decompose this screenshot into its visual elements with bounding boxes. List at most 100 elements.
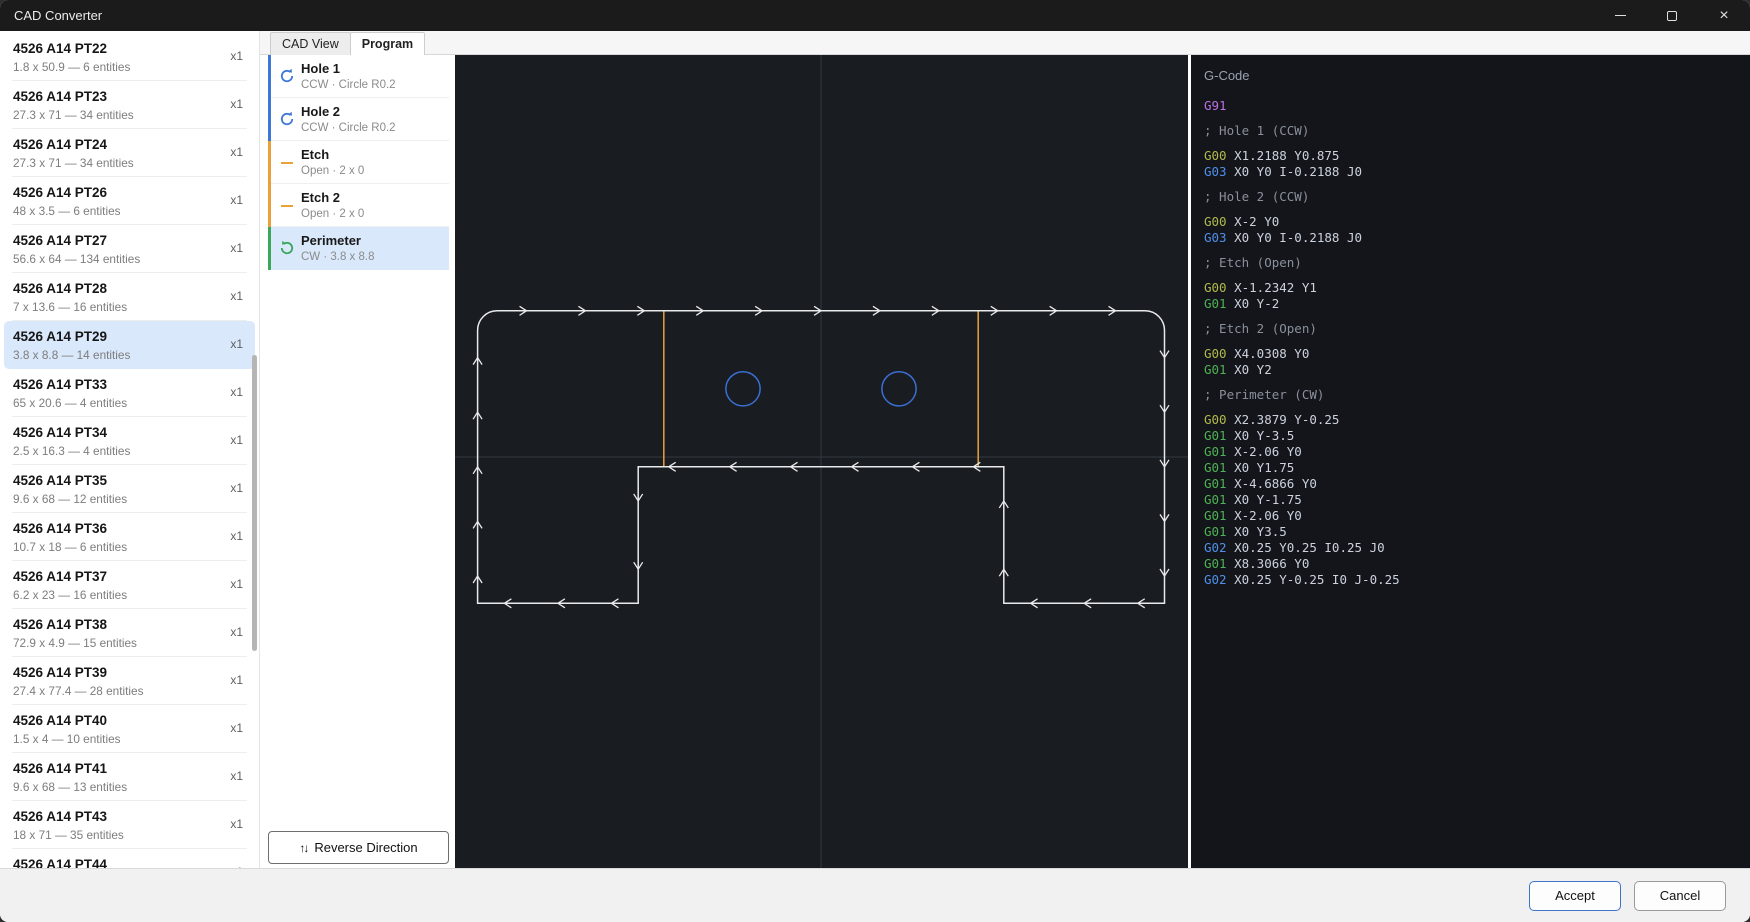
part-list-item[interactable]: 4526 A14 PT221.8 x 50.9 — 6 entitiesx1 bbox=[4, 33, 255, 81]
part-list-item[interactable]: 4526 A14 PT342.5 x 16.3 — 4 entitiesx1 bbox=[4, 417, 255, 465]
part-detail: 3.8 x 8.8 — 14 entities bbox=[13, 348, 243, 362]
gcode-command: G01 bbox=[1204, 508, 1227, 523]
part-list-item[interactable]: 4526 A14 PT3610.7 x 18 — 6 entitiesx1 bbox=[4, 513, 255, 561]
gcode-line: G01 X0 Y-1.75 bbox=[1204, 492, 1750, 508]
operation-subtitle: CCW · Circle R0.2 bbox=[301, 79, 445, 91]
part-list-item[interactable]: 4526 A14 PT376.2 x 23 — 16 entitiesx1 bbox=[4, 561, 255, 609]
gcode-args: X0 Y-1.75 bbox=[1227, 492, 1302, 507]
part-quantity: x1 bbox=[230, 385, 243, 399]
reverse-direction-icon: ↑↓ bbox=[299, 841, 307, 855]
accept-button[interactable]: Accept bbox=[1529, 881, 1621, 911]
gcode-args: X0.25 Y0.25 I0.25 J0 bbox=[1227, 540, 1385, 555]
cad-canvas[interactable] bbox=[455, 55, 1188, 868]
part-detail: 72.9 x 4.9 — 15 entities bbox=[13, 636, 243, 650]
gcode-command: G01 bbox=[1204, 428, 1227, 443]
gcode-command: G01 bbox=[1204, 460, 1227, 475]
part-quantity: x1 bbox=[230, 337, 243, 351]
hole-circle bbox=[726, 372, 760, 406]
part-list-item[interactable]: 4526 A14 PT359.6 x 68 — 12 entitiesx1 bbox=[4, 465, 255, 513]
part-list-item[interactable]: 4526 A14 PT2756.6 x 64 — 134 entitiesx1 bbox=[4, 225, 255, 273]
tab-program[interactable]: Program bbox=[350, 32, 425, 55]
gcode-line: G01 X0 Y2 bbox=[1204, 362, 1750, 378]
gcode-line: G01 X-2.06 Y0 bbox=[1204, 508, 1750, 524]
maximize-button[interactable] bbox=[1646, 0, 1698, 31]
part-list-item[interactable]: 4526 A14 PT2327.3 x 71 — 34 entitiesx1 bbox=[4, 81, 255, 129]
cancel-button[interactable]: Cancel bbox=[1634, 881, 1726, 911]
window-title: CAD Converter bbox=[0, 0, 1594, 31]
gcode-command: G03 bbox=[1204, 164, 1227, 179]
operation-item-hole-1[interactable]: Hole 1 CCW · Circle R0.2 bbox=[268, 55, 449, 98]
parts-sidebar: 4526 A14 PT221.8 x 50.9 — 6 entitiesx145… bbox=[0, 31, 260, 868]
part-name: 4526 A14 PT26 bbox=[13, 185, 243, 200]
gcode-comment-line: ; Etch (Open) bbox=[1204, 255, 1750, 271]
gcode-command: G01 bbox=[1204, 476, 1227, 491]
tab-cad-view[interactable]: CAD View bbox=[270, 32, 351, 55]
operation-subtitle: Open · 2 x 0 bbox=[301, 165, 445, 177]
gcode-args: X0 Y0 I-0.2188 J0 bbox=[1227, 230, 1362, 245]
gcode-line: G00 X1.2188 Y0.875 bbox=[1204, 148, 1750, 164]
part-detail: 48 x 3.5 — 6 entities bbox=[13, 204, 243, 218]
gcode-comment-line: ; Hole 1 (CCW) bbox=[1204, 123, 1750, 139]
gcode-command: G01 bbox=[1204, 524, 1227, 539]
gcode-args: X4.0308 Y0 bbox=[1227, 346, 1310, 361]
hole-circle bbox=[882, 372, 916, 406]
operation-title: Hole 2 bbox=[301, 104, 445, 119]
gcode-blank-line bbox=[1204, 378, 1750, 387]
content-area: 4526 A14 PT221.8 x 50.9 — 6 entitiesx145… bbox=[0, 31, 1750, 868]
gcode-command: G03 bbox=[1204, 230, 1227, 245]
main-row: Hole 1 CCW · Circle R0.2 Hole 2CCW · Circl… bbox=[260, 55, 1750, 868]
gcode-args: X0.25 Y-0.25 I0 J-0.25 bbox=[1227, 572, 1400, 587]
operation-title: Hole 1 bbox=[301, 61, 445, 76]
close-button[interactable]: × bbox=[1698, 0, 1750, 31]
gcode-line: G01 X0 Y-2 bbox=[1204, 296, 1750, 312]
part-name: 4526 A14 PT29 bbox=[13, 329, 243, 344]
close-icon: × bbox=[1719, 8, 1728, 24]
part-list-item[interactable]: 4526 A14 PT401.5 x 4 — 10 entitiesx1 bbox=[4, 705, 255, 753]
reverse-direction-button[interactable]: ↑↓ Reverse Direction bbox=[268, 831, 449, 864]
part-list-item[interactable]: 4526 A14 PT287 x 13.6 — 16 entitiesx1 bbox=[4, 273, 255, 321]
gcode-args: X-1.2342 Y1 bbox=[1227, 280, 1317, 295]
gcode-line: G01 X8.3066 Y0 bbox=[1204, 556, 1750, 572]
part-list-item[interactable]: 4526 A14 PT26 48 x 3.5 — 6 entitiesx1 bbox=[4, 177, 255, 225]
operation-item-etch[interactable]: EtchOpen · 2 x 0 bbox=[268, 141, 449, 184]
part-name: 4526 A14 PT22 bbox=[13, 41, 243, 56]
part-quantity: x1 bbox=[230, 193, 243, 207]
sidebar-scrollbar[interactable] bbox=[252, 355, 257, 651]
gcode-blank-line bbox=[1204, 205, 1750, 214]
part-list-item[interactable]: 4526 A14 PT4318 x 71 — 35 entitiesx1 bbox=[4, 801, 255, 849]
gcode-command: G00 bbox=[1204, 214, 1227, 229]
part-list-item[interactable]: 4526 A14 PT44x1 bbox=[4, 849, 255, 868]
operation-title: Etch 2 bbox=[301, 190, 445, 205]
gcode-command: G01 bbox=[1204, 444, 1227, 459]
part-list-item[interactable]: 4526 A14 PT3872.9 x 4.9 — 15 entitiesx1 bbox=[4, 609, 255, 657]
gcode-args: X0 Y2 bbox=[1227, 362, 1272, 377]
gcode-command: G01 bbox=[1204, 556, 1227, 571]
operation-item-perimeter[interactable]: PerimeterCW · 3.8 x 8.8 bbox=[268, 227, 449, 270]
operation-item-hole-2[interactable]: Hole 2CCW · Circle R0.2 bbox=[268, 98, 449, 141]
part-list-item[interactable]: 4526 A14 PT3927.4 x 77.4 — 28 entitiesx1 bbox=[4, 657, 255, 705]
operation-item-etch-2[interactable]: Etch 2Open · 2 x 0 bbox=[268, 184, 449, 227]
gcode-blank-line bbox=[1204, 180, 1750, 189]
part-detail: 9.6 x 68 — 13 entities bbox=[13, 780, 243, 794]
gcode-command: G91 bbox=[1204, 98, 1227, 113]
part-detail: 1.8 x 50.9 — 6 entities bbox=[13, 60, 243, 74]
operations-list: Hole 1 CCW · Circle R0.2 Hole 2CCW · Circl… bbox=[268, 55, 449, 270]
gcode-blank-line bbox=[1204, 403, 1750, 412]
gcode-line: G91 bbox=[1204, 98, 1750, 114]
part-detail: 27.3 x 71 — 34 entities bbox=[13, 108, 243, 122]
part-list-item[interactable]: 4526 A14 PT2427.3 x 71 — 34 entitiesx1 bbox=[4, 129, 255, 177]
part-name: 4526 A14 PT28 bbox=[13, 281, 243, 296]
part-detail: 10.7 x 18 — 6 entities bbox=[13, 540, 243, 554]
part-list-item[interactable]: 4526 A14 PT419.6 x 68 — 13 entitiesx1 bbox=[4, 753, 255, 801]
gcode-command: G02 bbox=[1204, 572, 1227, 587]
gcode-blank-line bbox=[1204, 114, 1750, 123]
part-list-item[interactable]: 4526 A14 PT3365 x 20.6 — 4 entitiesx1 bbox=[4, 369, 255, 417]
minimize-button[interactable] bbox=[1594, 0, 1646, 31]
gcode-blank-line bbox=[1204, 312, 1750, 321]
part-list-item[interactable]: 4526 A14 PT29 3.8 x 8.8 — 14 entitiesx1 bbox=[4, 321, 255, 369]
gcode-command: G00 bbox=[1204, 412, 1227, 427]
operations-spacer bbox=[268, 270, 449, 831]
gcode-line: G01 X0 Y-3.5 bbox=[1204, 428, 1750, 444]
gcode-command: G00 bbox=[1204, 280, 1227, 295]
gcode-args: X2.3879 Y-0.25 bbox=[1227, 412, 1340, 427]
